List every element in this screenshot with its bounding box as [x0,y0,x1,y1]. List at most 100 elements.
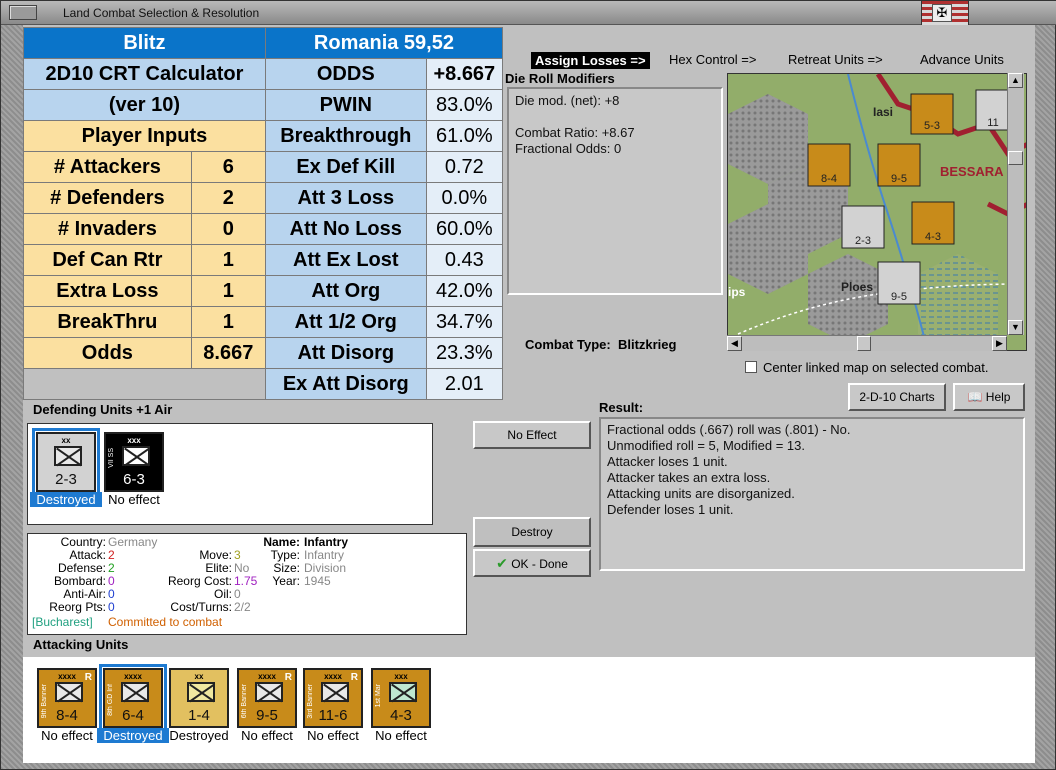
input-label: # Attackers [23,151,192,183]
result-line: Attacking units are disorganized. [607,486,795,501]
die-roll-line: Combat Ratio: +8.67 [515,125,635,140]
ok-done-label: OK - Done [511,557,568,571]
scroll-left-button[interactable]: ◀ [727,336,742,351]
die-roll-title: Die Roll Modifiers [505,71,615,86]
result-line: Unmodified roll = 5, Modified = 13. [607,438,805,453]
result-line: Defender loses 1 unit. [607,502,734,517]
tab-assign-losses[interactable]: Assign Losses => [531,52,650,69]
destroy-button[interactable]: Destroy [473,517,591,547]
map-counter: 9-5 [877,143,921,187]
map-horizontal-scrollbar[interactable]: ◀ ▶ [727,335,1007,351]
defending-counter[interactable]: xx 2-3 [32,428,100,496]
input-label: Extra Loss [23,275,192,307]
ok-done-button[interactable]: ✔ OK - Done [473,549,591,577]
counter-reserve-flag: R [84,672,92,683]
die-roll-line: Fractional Odds: 0 [515,141,622,156]
tab-hex-control[interactable]: Hex Control => [669,52,756,67]
info-key: Year: [272,574,300,588]
system-menu-button[interactable] [9,5,37,20]
input-label: Def Can Rtr [23,244,192,276]
counter-size: xxxx [124,672,142,681]
result-label: Ex Att Disorg [264,368,427,400]
scroll-down-button[interactable]: ▼ [1008,320,1023,335]
attacking-counter[interactable]: xxx 1st Mar 4-3 [371,668,431,728]
die-roll-line: Die mod. (net): +8 [515,93,620,108]
attacking-counter[interactable]: xx 1-4 [169,668,229,728]
hex-map[interactable]: Iasi BESSARA Ploes ips 5-3 11 8-4 9-5 2-… [727,73,1027,351]
attacking-counter[interactable]: xxxx R 3rd Banner 11-6 [303,668,363,728]
attacking-status: No effect [375,728,427,743]
result-value: 34.7% [425,306,504,338]
result-value: 0.43 [425,244,504,276]
scroll-thumb-horizontal[interactable] [857,336,871,351]
scroll-up-button[interactable]: ▲ [1008,73,1023,88]
help-book-icon: 📖 [967,390,983,404]
result-line: Attacker takes an extra loss. [607,470,771,485]
calc-left-title: Blitz [23,27,266,59]
counter-strength: 11-6 [318,707,348,724]
result-label: PWIN [264,89,427,121]
combat-type-label: Combat Type: [525,337,611,352]
attacking-counter[interactable]: xxxx R 6th Banner 9-5 [237,668,297,728]
attacking-units-title: Attacking Units [33,637,129,652]
result-box: Fractional odds (.667) roll was (.801) -… [599,417,1025,571]
help-button[interactable]: 📖 Help [953,383,1025,411]
blank-cell [23,368,266,400]
tab-retreat-units[interactable]: Retreat Units => [788,52,883,67]
info-value: Germany [108,535,158,549]
counter-size: xx [61,436,71,445]
counter-strength: 9-5 [256,707,278,724]
attacking-status: No effect [241,728,293,743]
combat-type: Combat Type: Blitzkrieg [525,337,676,352]
attacking-counter[interactable]: xxxx 8th GD Inf 6-4 [99,664,167,732]
infantry-symbol-icon [55,682,83,702]
defending-counter[interactable]: xxx VII SS 6-3 [104,432,164,492]
scroll-thumb-vertical[interactable] [1008,151,1023,165]
defending-units-title: Defending Units +1 Air [33,402,173,417]
no-effect-button[interactable]: No Effect [473,421,591,449]
player-inputs-header: Player Inputs [23,120,266,152]
map-label-ploesti: Ploes [841,280,873,294]
counter-reserve-flag: R [284,672,292,683]
info-key: Cost/Turns: [170,600,232,614]
tab-advance-units[interactable]: Advance Units [920,52,1004,67]
iron-cross-icon: ✠ [932,4,952,22]
result-label: Att Org [264,275,427,307]
attacking-status: Destroyed [97,728,169,743]
defending-units-box: xx 2-3 Destroyed xxx VII SS 6-3 No effec… [27,423,433,525]
counter-side-label: 1st Mar [375,684,382,708]
defending-status: Destroyed [30,492,102,507]
result-line: Attacker loses 1 unit. [607,454,728,469]
map-vertical-scrollbar[interactable]: ▲ ▼ [1007,73,1024,335]
counter-size: xxx [394,672,408,681]
attacking-status: No effect [307,728,359,743]
attacking-counter[interactable]: xxxx R 9th Banner 8-4 [37,668,97,728]
unit-info-panel: Country: Germany Attack: 2 Defense: 2 Bo… [27,533,467,635]
result-value: 23.3% [425,337,504,369]
input-label: BreakThru [23,306,192,338]
result-label: Breakthrough [264,120,427,152]
scroll-right-button[interactable]: ▶ [992,336,1007,351]
map-counter: 4-3 [911,201,955,245]
calc-title-2: (ver 10) [23,89,266,121]
charts-button[interactable]: 2-D-10 Charts [848,383,946,411]
counter-reserve-flag: R [350,672,358,683]
result-label: Att No Loss [264,213,427,245]
center-map-checkbox[interactable] [745,361,757,373]
die-roll-modifiers-box: Die mod. (net): +8 Combat Ratio: +8.67 F… [507,87,723,295]
center-map-option[interactable]: Center linked map on selected combat. [745,360,988,375]
infantry-symbol-icon [121,682,149,702]
svg-text:5-3: 5-3 [924,120,940,132]
phase-tabs: Assign Losses => Hex Control => Retreat … [531,52,1031,70]
input-value: 1 [190,275,266,307]
svg-text:8-4: 8-4 [821,173,837,185]
result-label: Att Ex Lost [264,244,427,276]
result-label: Att 1/2 Org [264,306,427,338]
map-label-ips: ips [728,285,746,299]
counter-strength: 6-4 [122,707,144,724]
map-label-bessarabia: BESSARA [940,164,1004,179]
window-frame: Land Combat Selection & Resolution ✠ Bli… [0,0,1056,770]
map-label-iasi: Iasi [873,105,893,119]
map-counter: 9-5 [877,261,921,305]
attacking-status: No effect [41,728,93,743]
